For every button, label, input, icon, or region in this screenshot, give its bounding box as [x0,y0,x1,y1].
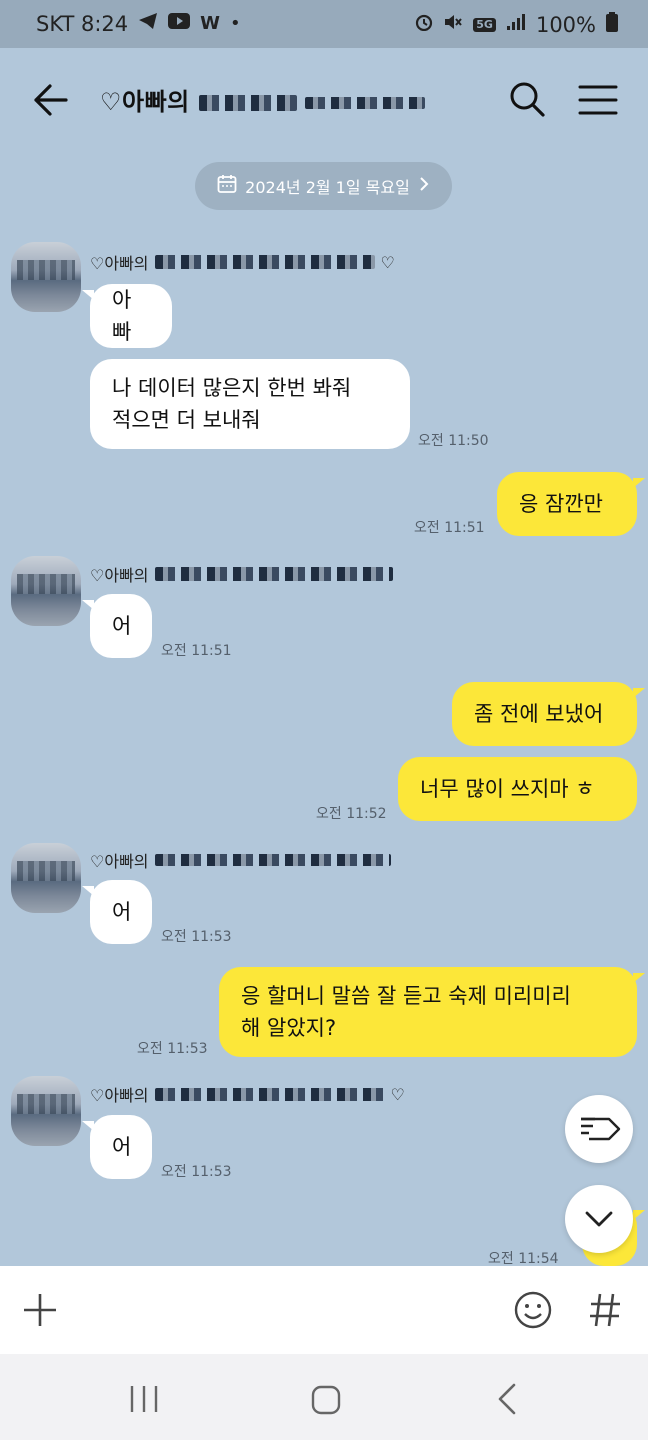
timestamp: 오전 11:53 [161,929,232,945]
message-bubble[interactable]: 응 할머니 말씀 잘 듣고 숙제 미리미리 해 알았지? [219,967,645,1057]
message-text: 어 [112,614,132,638]
status-bar: SKT 8:24 W • 5G 100% [0,0,648,48]
tag-button[interactable] [565,1095,633,1163]
chat-title: ♡아빠의 [100,82,426,117]
search-icon[interactable] [508,80,546,118]
alarm-icon [415,13,433,37]
battery-icon [606,12,618,38]
message-text: 너무 많이 쓰지마 ㅎ [420,777,595,801]
message-text: 나 데이터 많은지 한번 봐줘 [112,376,352,400]
message-bubble[interactable]: 나 데이터 많은지 한번 봐줘 적으면 더 보내줘 [90,359,410,449]
avatar[interactable] [11,242,81,312]
message-text: 어 [112,900,132,924]
avatar[interactable] [11,843,81,913]
sender-name: ♡아빠의 ♡ [90,1082,405,1106]
sender-name: ♡아빠의 [90,848,391,872]
hashtag-icon[interactable] [588,1292,622,1328]
calendar-icon [217,174,237,198]
chat-title-text: ♡아빠의 [100,88,190,116]
blurred-name [154,854,391,866]
timestamp: 오전 11:53 [161,1164,232,1180]
message-bubble[interactable]: 어 [82,594,152,658]
back-arrow-icon[interactable] [30,80,70,120]
blurred-name [154,567,393,581]
message-input-bar [0,1266,648,1354]
message-bubble[interactable]: 어 [82,1115,152,1179]
chevron-down-icon [585,1211,613,1227]
message-bubble[interactable]: 어 [82,880,152,944]
battery-percent: 100% [535,13,596,37]
message-text: 응 할머니 말씀 잘 듣고 숙제 미리미리 [241,984,571,1008]
message-text: 좀 전에 보냈어 [474,702,604,726]
signal-icon [506,13,526,37]
avatar[interactable] [11,1076,81,1146]
date-text: 2024년 2월 1일 목요일 [245,178,410,197]
network-icon: 5G [473,18,496,32]
scroll-down-button[interactable] [565,1185,633,1253]
message-bubble[interactable]: 응 잠깐만 [497,472,645,536]
back-nav-icon[interactable] [494,1382,520,1416]
sender-name: ♡아빠의 [90,562,393,586]
tag-icon [581,1117,621,1141]
avatar[interactable] [11,556,81,626]
timestamp: 오전 11:51 [161,643,232,659]
blurred-name [154,255,375,269]
timestamp: 오전 11:52 [316,806,387,822]
menu-icon[interactable] [578,82,618,118]
message-input[interactable] [80,1280,490,1340]
blurred-title-2 [305,97,426,109]
message-bubble[interactable]: 좀 전에 보냈어 [452,682,645,746]
plus-icon[interactable] [22,1292,58,1328]
sender-label: ♡아빠의 [90,1086,149,1105]
message-bubble[interactable]: 너무 많이 쓰지마 ㅎ [398,757,637,821]
timestamp: 오전 11:51 [414,520,485,536]
sender-name: ♡아빠의 ♡ [90,250,395,274]
sender-label: ♡아빠의 [90,852,149,871]
system-nav-bar [0,1354,648,1440]
sender-label: ♡아빠의 [90,566,149,585]
home-icon[interactable] [310,1384,342,1416]
timestamp: 오전 11:54 [488,1251,559,1267]
heart-icon: ♡ [380,252,395,272]
carrier-time: SKT 8:24 [36,12,129,36]
message-text: 어 [112,1135,132,1159]
emoji-icon[interactable] [513,1290,553,1330]
message-text: 응 잠깐만 [519,492,603,516]
youtube-icon [168,13,191,35]
timestamp: 오전 11:50 [418,433,489,449]
mute-icon [443,13,463,37]
timestamp: 오전 11:53 [137,1041,208,1057]
message-text: 적으면 더 보내줘 [112,408,261,432]
blurred-name [154,1087,385,1101]
blurred-title [198,95,297,111]
telegram-icon [138,12,158,36]
heart-icon: ♡ [390,1084,405,1104]
message-text: 해 알았지? [241,1016,337,1040]
recent-apps-icon[interactable] [128,1384,160,1414]
sender-label: ♡아빠의 [90,254,149,273]
date-divider[interactable]: 2024년 2월 1일 목요일 [195,162,452,210]
chevron-right-icon [418,176,430,196]
message-bubble[interactable]: 아빠 [82,284,172,348]
message-text: 아빠 [112,288,132,344]
chat-header: ♡아빠의 [0,60,648,140]
dot-icon: • [230,13,241,34]
w-app-icon: W [200,13,220,34]
